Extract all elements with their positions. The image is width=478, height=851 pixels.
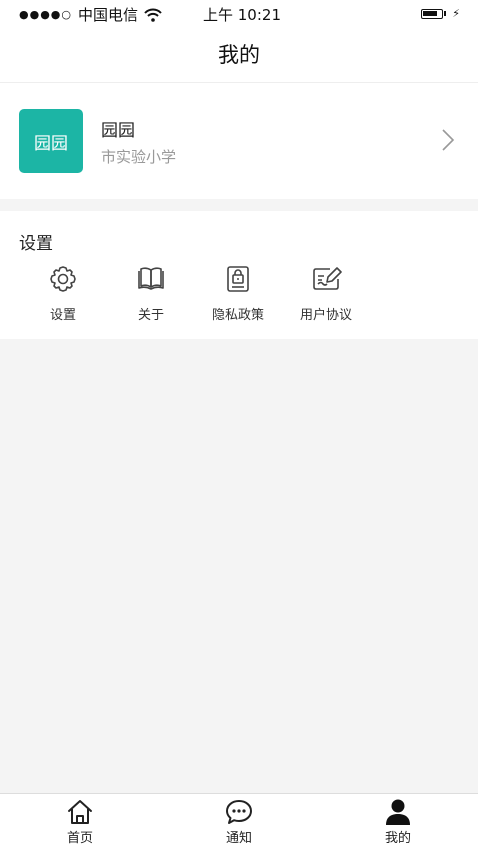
tab-mine[interactable]: 我的 (358, 798, 438, 848)
user-icon (386, 799, 410, 825)
tab-notifications[interactable]: 通知 (199, 798, 279, 848)
chat-bubble-icon (226, 800, 252, 824)
navigation-bar: 我的 (0, 26, 478, 82)
settings-item-privacy[interactable]: 隐私政策 (198, 263, 278, 327)
user-name: 园园 (101, 121, 135, 141)
page-title: 我的 (218, 43, 260, 67)
tab-label: 我的 (384, 831, 411, 846)
profile-card[interactable]: 园园 园园 市实验小学 (0, 82, 478, 199)
user-school: 市实验小学 (101, 148, 177, 166)
avatar: 园园 (19, 109, 83, 173)
charging-icon: ⚡ (452, 7, 460, 20)
settings-item-label: 用户协议 (299, 308, 352, 323)
chevron-right-icon (442, 129, 455, 151)
section-title: 设置 (19, 234, 53, 254)
settings-item-agreement[interactable]: 用户协议 (286, 263, 366, 327)
settings-item-label: 隐私政策 (211, 308, 264, 323)
home-icon (68, 800, 92, 824)
sign-edit-icon (313, 267, 342, 290)
gear-icon (50, 266, 76, 292)
settings-section: 设置 设置 关于 隐私政策 用户协议 (0, 211, 478, 339)
status-left: ●●●●○ 中国电信 (19, 4, 162, 25)
carrier-name: 中国电信 (78, 6, 139, 24)
wifi-icon (144, 8, 162, 22)
settings-item-settings[interactable]: 设置 (23, 263, 103, 327)
status-bar: ●●●●○ 中国电信 上午 10:21 ⚡ (0, 0, 478, 26)
book-icon (138, 267, 164, 290)
settings-item-label: 关于 (137, 308, 164, 323)
tab-bar: 首页 通知 我的 (0, 793, 478, 851)
avatar-text: 园园 (34, 133, 68, 154)
battery-indicator: ⚡ (421, 7, 460, 20)
settings-item-label: 设置 (49, 308, 76, 323)
status-time: 上午 10:21 (203, 6, 281, 24)
settings-item-about[interactable]: 关于 (111, 263, 191, 327)
lock-document-icon (227, 266, 249, 292)
signal-strength-icon: ●●●●○ (19, 8, 72, 21)
tab-home[interactable]: 首页 (40, 798, 120, 848)
battery-icon (421, 8, 444, 19)
tab-label: 通知 (225, 831, 252, 846)
tab-label: 首页 (66, 831, 93, 846)
